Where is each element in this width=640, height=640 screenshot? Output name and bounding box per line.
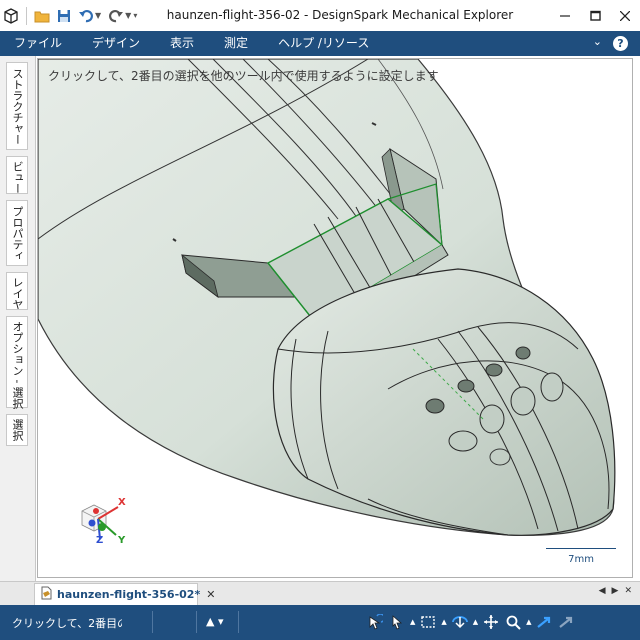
help-button[interactable]: ?	[613, 36, 628, 51]
triangle-selector-icon[interactable]: ▲ ▾	[206, 615, 223, 628]
side-panel-tabs: ストラクチャー ビュー プロパティ レイヤ オプション - 選択 選択	[0, 56, 36, 581]
next-view-icon[interactable]	[558, 613, 576, 631]
orientation-triad[interactable]	[81, 504, 119, 540]
zoom-dropdown-icon[interactable]: ▲	[526, 618, 531, 626]
document-tab[interactable]: haunzen-flight-356-02* ✕	[34, 583, 215, 605]
tab-view[interactable]: ビュー	[6, 156, 28, 194]
triad-y-label: Y	[118, 535, 126, 546]
open-folder-icon[interactable]	[31, 5, 53, 27]
tab-close-icon[interactable]: ✕	[624, 586, 632, 596]
scroll-left-icon[interactable]: ◀	[599, 586, 606, 596]
redo-icon[interactable]	[105, 5, 127, 27]
tab-selection[interactable]: 選択	[6, 414, 28, 446]
triad-x-label: X	[118, 497, 126, 508]
hint-text: クリックして、2番目の選択を他のツール内で使用するように設定します	[48, 69, 439, 83]
status-bar: クリックして、2番目の選択 ▲ ▾ ▲ ▲ ▲ ▲	[0, 605, 640, 640]
ribbon-collapse-icon[interactable]: ⌄	[593, 35, 602, 48]
menu-help-resources[interactable]: ヘルプ /リソース	[264, 31, 385, 56]
menu-bar: ファイル デザイン 表示 測定 ヘルプ /リソース ⌄ ?	[0, 31, 640, 56]
pointer-icon[interactable]	[388, 613, 406, 631]
model-render[interactable]	[38, 59, 633, 578]
scroll-right-icon[interactable]: ▶	[612, 586, 619, 596]
previous-view-icon[interactable]	[536, 613, 554, 631]
zoom-icon[interactable]	[504, 613, 522, 631]
select-undo-icon[interactable]	[366, 613, 384, 631]
document-icon	[39, 586, 53, 603]
tab-structure[interactable]: ストラクチャー	[6, 62, 28, 150]
maximize-icon[interactable]	[580, 0, 610, 31]
box-select-dropdown-icon[interactable]: ▲	[441, 618, 446, 626]
save-icon[interactable]	[53, 5, 75, 27]
close-tab-icon[interactable]: ✕	[206, 588, 215, 601]
pointer-dropdown-icon[interactable]: ▲	[410, 618, 415, 626]
minimize-icon[interactable]	[550, 0, 580, 31]
menu-file[interactable]: ファイル	[0, 31, 78, 56]
document-tab-label: haunzen-flight-356-02*	[57, 588, 201, 601]
menu-view[interactable]: 表示	[156, 31, 210, 56]
close-window-icon[interactable]	[610, 0, 640, 31]
undo-dropdown-icon[interactable]: ▼	[95, 11, 101, 20]
quick-access-toolbar: ▼ ▼ ▾	[0, 0, 141, 31]
undo-icon[interactable]	[75, 5, 97, 27]
menu-measure[interactable]: 測定	[210, 31, 264, 56]
tab-properties[interactable]: プロパティ	[6, 200, 28, 266]
pan-icon[interactable]	[482, 613, 500, 631]
customize-toolbar-icon[interactable]: ▾	[133, 11, 137, 20]
document-tab-strip: haunzen-flight-356-02* ✕ ◀ ▶ ✕	[0, 581, 640, 605]
scale-label: 7mm	[568, 554, 594, 565]
tab-layers[interactable]: レイヤ	[6, 272, 28, 310]
scale-bar	[546, 548, 616, 549]
rotate-dropdown-icon[interactable]: ▲	[473, 618, 478, 626]
title-bar: haunzen-flight-356-02 - DesignSpark Mech…	[0, 0, 640, 31]
rotate-view-icon[interactable]	[451, 613, 469, 631]
tab-options-selection[interactable]: オプション - 選択	[6, 316, 28, 409]
status-text: クリックして、2番目の選択	[12, 617, 122, 630]
box-select-icon[interactable]	[419, 613, 437, 631]
triad-z-label: Z	[96, 535, 104, 546]
menu-design[interactable]: デザイン	[78, 31, 156, 56]
app-logo-icon[interactable]	[0, 5, 22, 27]
redo-dropdown-icon[interactable]: ▼	[125, 11, 131, 20]
3d-viewport[interactable]: クリックして、2番目の選択を他のツール内で使用するように設定します X Y Z …	[37, 58, 633, 578]
